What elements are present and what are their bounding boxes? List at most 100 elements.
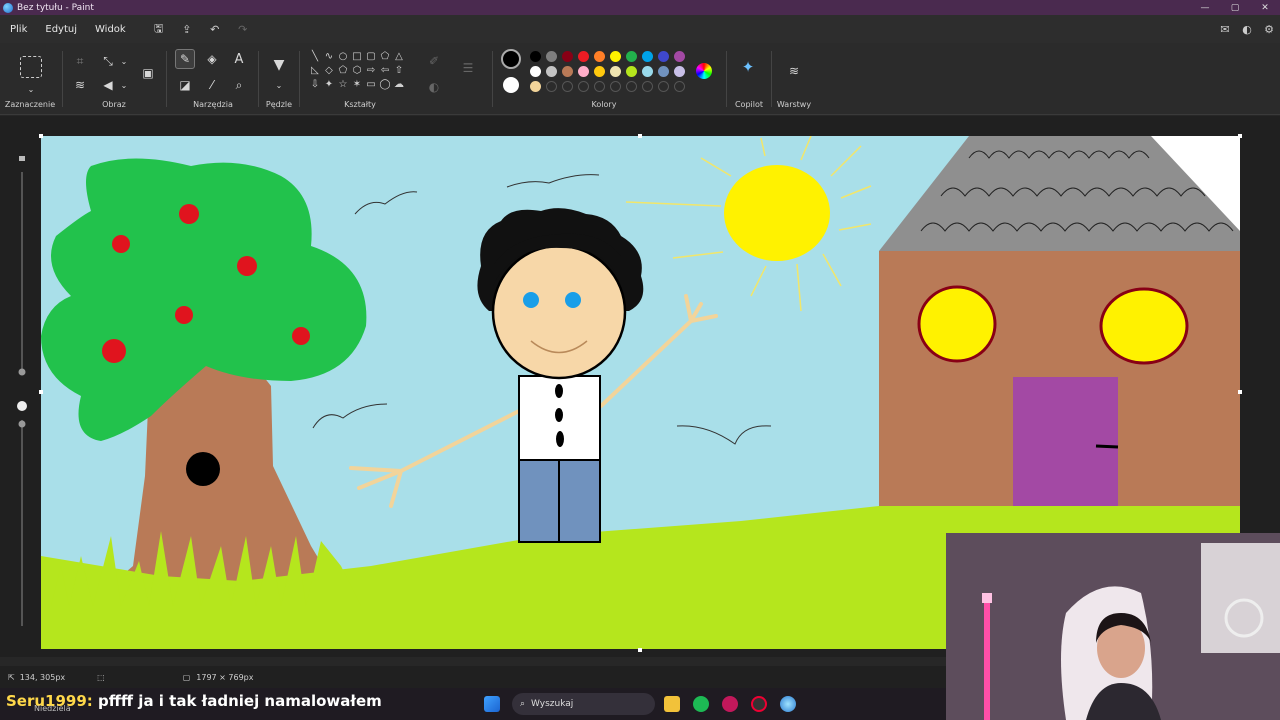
vertical-zoom-slider[interactable] bbox=[14, 150, 30, 630]
settings-icon[interactable]: ⚙ bbox=[1258, 23, 1280, 36]
shape-size-icon[interactable]: ☰ bbox=[458, 58, 478, 78]
color-swatch[interactable] bbox=[674, 81, 685, 92]
eraser-icon[interactable]: ◪ bbox=[175, 75, 195, 95]
taskbar-search[interactable]: ⌕ Wyszukaj bbox=[512, 693, 655, 715]
right-triangle-shape-icon[interactable]: ◺ bbox=[309, 65, 321, 77]
pencil-icon[interactable]: ✎ bbox=[175, 49, 195, 69]
color-swatch[interactable] bbox=[578, 66, 589, 77]
oval-callout-shape-icon[interactable]: ◯ bbox=[379, 79, 391, 91]
account-icon[interactable]: ◐ bbox=[1236, 23, 1258, 36]
color-swatch[interactable] bbox=[562, 66, 573, 77]
color-swatch[interactable] bbox=[658, 66, 669, 77]
resize-handle[interactable] bbox=[39, 134, 43, 138]
color-swatch[interactable] bbox=[594, 81, 605, 92]
share-icon[interactable]: ⇪ bbox=[173, 23, 201, 36]
paint-taskbar-icon[interactable] bbox=[780, 696, 796, 712]
resize-handle[interactable] bbox=[638, 134, 642, 138]
menu-view[interactable]: Widok bbox=[86, 24, 135, 35]
select-rectangle-icon[interactable] bbox=[20, 56, 42, 78]
save-icon[interactable]: 🖫 bbox=[145, 20, 173, 39]
obs-icon[interactable] bbox=[751, 696, 767, 712]
color-swatch[interactable] bbox=[642, 51, 653, 62]
color-swatch[interactable] bbox=[610, 81, 621, 92]
polygon-shape-icon[interactable]: ⬠ bbox=[379, 51, 391, 63]
color-swatch[interactable] bbox=[562, 81, 573, 92]
shape-fill-icon[interactable]: ◐ bbox=[424, 77, 444, 97]
diamond-shape-icon[interactable]: ◇ bbox=[323, 65, 335, 77]
color-swatch[interactable] bbox=[674, 66, 685, 77]
color-swatch[interactable] bbox=[546, 51, 557, 62]
fill-bucket-icon[interactable]: ◈ bbox=[202, 49, 222, 69]
menu-edit[interactable]: Edytuj bbox=[36, 24, 86, 35]
six-point-star-shape-icon[interactable]: ✶ bbox=[351, 79, 363, 91]
four-point-star-shape-icon[interactable]: ✦ bbox=[323, 79, 335, 91]
down-arrow-shape-icon[interactable]: ⇩ bbox=[309, 79, 321, 91]
right-arrow-shape-icon[interactable]: ⇨ bbox=[365, 65, 377, 77]
up-arrow-shape-icon[interactable]: ⇧ bbox=[393, 65, 405, 77]
triangle-shape-icon[interactable]: △ bbox=[393, 51, 405, 63]
notifications-icon[interactable]: ✉ bbox=[1214, 23, 1236, 36]
image-generator-icon[interactable]: ≋ bbox=[70, 75, 90, 95]
chevron-down-icon[interactable]: ⌄ bbox=[114, 75, 134, 95]
copilot-icon[interactable]: ✦ bbox=[738, 57, 758, 77]
callout-shape-icon[interactable]: ▭ bbox=[365, 79, 377, 91]
color-swatch[interactable] bbox=[578, 51, 589, 62]
color-swatch[interactable] bbox=[530, 66, 541, 77]
primary-color[interactable] bbox=[501, 49, 521, 69]
undo-icon[interactable]: ↶ bbox=[201, 23, 229, 36]
redo-icon[interactable]: ↷ bbox=[229, 23, 257, 36]
color-swatch[interactable] bbox=[546, 66, 557, 77]
color-swatch[interactable] bbox=[594, 66, 605, 77]
color-picker-icon[interactable]: ⁄ bbox=[202, 75, 222, 95]
close-button[interactable]: ✕ bbox=[1250, 3, 1280, 13]
resize-handle[interactable] bbox=[1238, 134, 1242, 138]
color-swatch[interactable] bbox=[530, 81, 541, 92]
color-swatch[interactable] bbox=[530, 51, 541, 62]
color-swatch[interactable] bbox=[674, 51, 685, 62]
curve-shape-icon[interactable]: ∿ bbox=[323, 51, 335, 63]
minimize-button[interactable]: — bbox=[1190, 3, 1220, 13]
windows-start-icon[interactable] bbox=[484, 696, 500, 712]
file-explorer-icon[interactable] bbox=[664, 696, 680, 712]
menu-file[interactable]: Plik bbox=[1, 24, 36, 35]
chevron-down-icon[interactable]: ⌄ bbox=[21, 79, 41, 99]
color-swatch[interactable] bbox=[626, 51, 637, 62]
color-swatch[interactable] bbox=[594, 51, 605, 62]
chevron-down-icon[interactable]: ⌄ bbox=[269, 75, 289, 95]
edit-colors-icon[interactable] bbox=[694, 61, 714, 81]
color-swatch[interactable] bbox=[546, 81, 557, 92]
color-swatch[interactable] bbox=[658, 81, 669, 92]
rectangle-shape-icon[interactable]: □ bbox=[351, 51, 363, 63]
remove-background-icon[interactable]: ▣ bbox=[138, 63, 158, 83]
left-arrow-shape-icon[interactable]: ⇦ bbox=[379, 65, 391, 77]
app-icon[interactable] bbox=[722, 696, 738, 712]
color-swatch[interactable] bbox=[626, 66, 637, 77]
layers-icon[interactable]: ≋ bbox=[784, 61, 804, 81]
star-shape-icon[interactable]: ☆ bbox=[337, 79, 349, 91]
color-swatch[interactable] bbox=[642, 81, 653, 92]
maximize-button[interactable]: ▢ bbox=[1220, 3, 1250, 13]
resize-handle[interactable] bbox=[638, 648, 642, 652]
color-swatch[interactable] bbox=[658, 51, 669, 62]
color-swatch[interactable] bbox=[626, 81, 637, 92]
pentagon-shape-icon[interactable]: ⬠ bbox=[337, 65, 349, 77]
color-swatch[interactable] bbox=[642, 66, 653, 77]
resize-handle[interactable] bbox=[1238, 390, 1242, 394]
rounded-rectangle-shape-icon[interactable]: ▢ bbox=[365, 51, 377, 63]
color-swatch[interactable] bbox=[578, 81, 589, 92]
color-swatch[interactable] bbox=[562, 51, 573, 62]
brush-icon[interactable]: ▼ bbox=[269, 55, 289, 75]
color-swatch[interactable] bbox=[610, 51, 621, 62]
chevron-down-icon[interactable]: ⌄ bbox=[114, 51, 134, 71]
crop-icon[interactable]: ⌗ bbox=[70, 51, 90, 71]
resize-handle[interactable] bbox=[39, 390, 43, 394]
line-shape-icon[interactable]: ╲ bbox=[309, 51, 321, 63]
cloud-callout-shape-icon[interactable]: ☁ bbox=[393, 79, 405, 91]
oval-shape-icon[interactable]: ○ bbox=[337, 51, 349, 63]
color-swatch[interactable] bbox=[610, 66, 621, 77]
spotify-icon[interactable] bbox=[693, 696, 709, 712]
hexagon-shape-icon[interactable]: ⬡ bbox=[351, 65, 363, 77]
text-icon[interactable]: A bbox=[229, 49, 249, 69]
shape-outline-icon[interactable]: ✐ bbox=[424, 51, 444, 71]
secondary-color[interactable] bbox=[503, 77, 519, 93]
